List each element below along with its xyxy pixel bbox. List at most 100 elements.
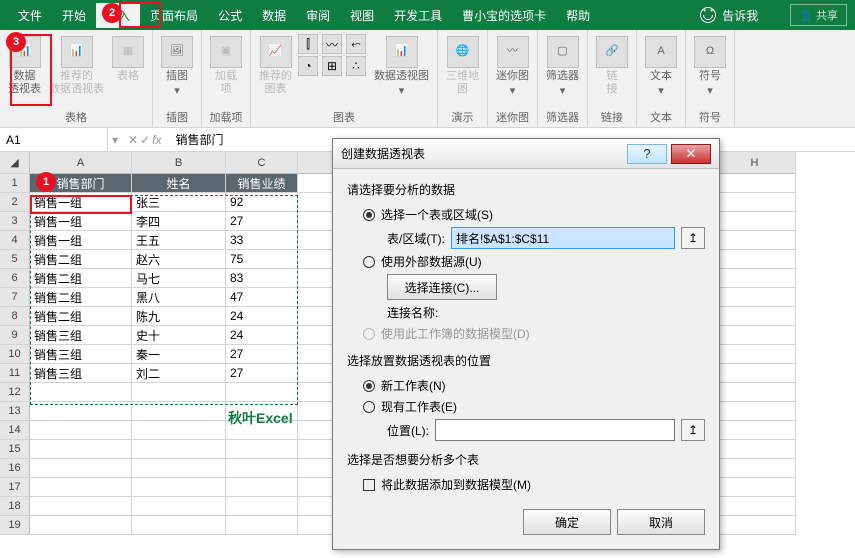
cell[interactable]: 销售二组 xyxy=(30,288,132,307)
name-box[interactable]: A1 xyxy=(0,128,108,151)
cell[interactable] xyxy=(714,231,796,250)
cell[interactable]: 陈九 xyxy=(132,307,226,326)
cell[interactable]: 24 xyxy=(226,307,298,326)
cancel-button[interactable]: 取消 xyxy=(617,509,705,535)
radio-external[interactable] xyxy=(363,256,375,268)
radio-select-range[interactable] xyxy=(363,209,375,221)
cell[interactable] xyxy=(714,212,796,231)
chart-type-icon[interactable]: ◔ xyxy=(298,56,318,76)
symbol-button[interactable]: Ω符号▾ xyxy=(692,34,728,100)
cell[interactable] xyxy=(30,478,132,497)
row-header[interactable]: 4 xyxy=(0,231,30,250)
col-header[interactable]: B xyxy=(132,152,226,174)
cell[interactable] xyxy=(714,516,796,535)
cell[interactable] xyxy=(714,440,796,459)
row-header[interactable]: 13 xyxy=(0,402,30,421)
cell[interactable]: 李四 xyxy=(132,212,226,231)
menu-custom[interactable]: 曹小宝的选项卡 xyxy=(452,3,556,28)
cell[interactable] xyxy=(226,459,298,478)
cell[interactable]: 销售三组 xyxy=(30,326,132,345)
cell[interactable] xyxy=(132,497,226,516)
cell[interactable] xyxy=(714,497,796,516)
cell[interactable]: 黑八 xyxy=(132,288,226,307)
3dmap-button[interactable]: 🌐三维地 图 xyxy=(444,34,481,98)
link-button[interactable]: 🔗链 接 xyxy=(594,34,630,98)
menu-layout[interactable]: 页面布局 xyxy=(140,3,208,28)
menu-review[interactable]: 审阅 xyxy=(296,3,340,28)
col-header[interactable]: A xyxy=(30,152,132,174)
cell[interactable] xyxy=(30,402,132,421)
cell[interactable] xyxy=(30,459,132,478)
row-header[interactable]: 15 xyxy=(0,440,30,459)
chart-type-icon[interactable]: ⊞ xyxy=(322,56,342,76)
choose-connection-button[interactable]: 选择连接(C)... xyxy=(387,274,497,300)
cell[interactable] xyxy=(132,516,226,535)
cell[interactable]: 销售一组 xyxy=(30,212,132,231)
cell[interactable] xyxy=(30,516,132,535)
cell[interactable] xyxy=(714,459,796,478)
cell[interactable]: 83 xyxy=(226,269,298,288)
cell[interactable] xyxy=(714,307,796,326)
cell[interactable] xyxy=(132,402,226,421)
text-button[interactable]: A文本▾ xyxy=(643,34,679,100)
row-header[interactable]: 7 xyxy=(0,288,30,307)
row-header[interactable]: 5 xyxy=(0,250,30,269)
cell[interactable]: 33 xyxy=(226,231,298,250)
row-header[interactable]: 16 xyxy=(0,459,30,478)
cell[interactable]: 24 xyxy=(226,326,298,345)
cell[interactable] xyxy=(132,383,226,402)
cell[interactable] xyxy=(714,478,796,497)
rec-chart-button[interactable]: 📈推荐的 图表 xyxy=(257,34,294,100)
row-header[interactable]: 11 xyxy=(0,364,30,383)
cell[interactable]: 27 xyxy=(226,345,298,364)
chart-type-icon[interactable]: ⫿ xyxy=(298,34,318,54)
collapse-dialog-icon[interactable]: ↥ xyxy=(681,419,705,441)
row-header[interactable]: 12 xyxy=(0,383,30,402)
cell[interactable]: 47 xyxy=(226,288,298,307)
formula-value[interactable]: 销售部门 xyxy=(168,131,232,148)
menu-help[interactable]: 帮助 xyxy=(556,3,600,28)
menu-data[interactable]: 数据 xyxy=(252,3,296,28)
chart-type-icon[interactable]: ∴ xyxy=(346,56,366,76)
cell[interactable]: 秦一 xyxy=(132,345,226,364)
cell[interactable] xyxy=(714,364,796,383)
chart-type-icon[interactable]: ⬿ xyxy=(346,34,366,54)
ok-button[interactable]: 确定 xyxy=(523,509,611,535)
cell[interactable] xyxy=(226,440,298,459)
menu-formulas[interactable]: 公式 xyxy=(208,3,252,28)
row-header[interactable]: 14 xyxy=(0,421,30,440)
cell[interactable] xyxy=(714,193,796,212)
range-input[interactable]: 排名!$A$1:$C$11 xyxy=(451,227,675,249)
cell[interactable]: 史十 xyxy=(132,326,226,345)
fx-icon[interactable]: fx xyxy=(152,133,161,147)
tell-me[interactable]: 告诉我 xyxy=(722,7,758,24)
row-header[interactable]: 2 xyxy=(0,193,30,212)
cell[interactable]: 王五 xyxy=(132,231,226,250)
cell[interactable] xyxy=(226,478,298,497)
cell[interactable]: 销售一组 xyxy=(30,231,132,250)
cell[interactable] xyxy=(132,459,226,478)
cell[interactable]: 销售二组 xyxy=(30,269,132,288)
cell[interactable] xyxy=(132,421,226,440)
radio-new-sheet[interactable] xyxy=(363,380,375,392)
cell[interactable] xyxy=(226,497,298,516)
cell[interactable] xyxy=(30,440,132,459)
cell[interactable] xyxy=(714,421,796,440)
radio-existing-sheet[interactable] xyxy=(363,401,375,413)
row-header[interactable]: 17 xyxy=(0,478,30,497)
cell[interactable] xyxy=(714,269,796,288)
cell[interactable] xyxy=(714,288,796,307)
smiley-icon[interactable] xyxy=(700,7,716,23)
select-all[interactable]: ◢ xyxy=(0,152,30,174)
dialog-titlebar[interactable]: 创建数据透视表 ? ✕ xyxy=(333,139,719,169)
cell[interactable]: 张三 xyxy=(132,193,226,212)
menu-dev[interactable]: 开发工具 xyxy=(384,3,452,28)
cell[interactable] xyxy=(714,250,796,269)
cell[interactable]: 75 xyxy=(226,250,298,269)
namebox-dropdown-icon[interactable]: ▾ xyxy=(108,133,122,147)
cell[interactable]: 赵六 xyxy=(132,250,226,269)
chart-type-icon[interactable]: 〰 xyxy=(322,34,342,54)
addins-button[interactable]: ▣加载 项 xyxy=(208,34,244,98)
cell[interactable]: 27 xyxy=(226,212,298,231)
row-header[interactable]: 9 xyxy=(0,326,30,345)
